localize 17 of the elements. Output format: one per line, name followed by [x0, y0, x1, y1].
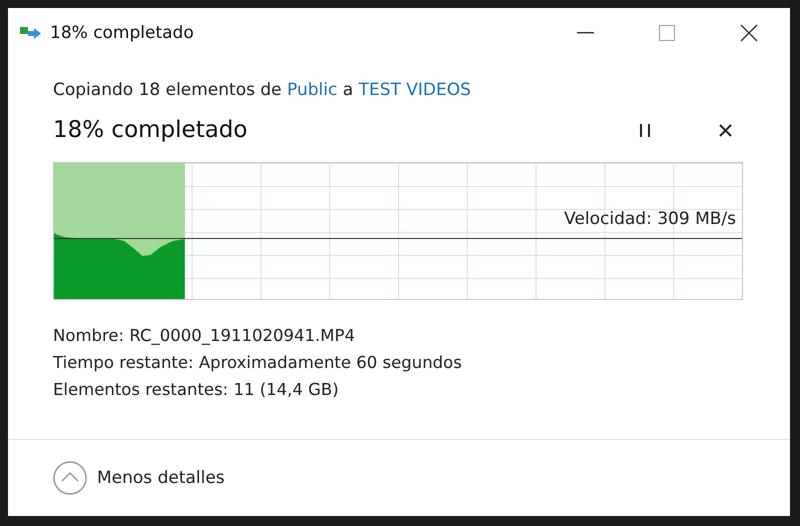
maximize-icon — [659, 25, 675, 41]
folder-link[interactable]: Public — [287, 80, 338, 100]
details-toggle[interactable]: Menos detalles — [53, 461, 225, 495]
chevron-up-icon — [53, 461, 87, 495]
detail-text: Nombre: RC_0000_1911020941.MP4 — [53, 326, 356, 345]
detail-text: Tiempo restante: Aproximadamente 60 segundos — [53, 353, 463, 372]
close-icon — [740, 24, 758, 42]
progress-heading: 18% completado — [53, 117, 248, 143]
detail-text: Elementos restantes: 11 (14,4 GB) — [53, 380, 340, 399]
pause-icon — [640, 124, 650, 136]
copy-icon — [20, 25, 42, 41]
window-title: 18% completado — [50, 23, 195, 43]
minimize-icon — [576, 32, 594, 34]
close-icon — [718, 124, 732, 136]
speed-label: Velocidad: 309 MB/s — [564, 209, 736, 229]
folder-link[interactable]: TEST VIDEOS — [358, 80, 471, 100]
copy-summary: Copiando 18 elementos de Public a TEST VIDEOS — [53, 80, 472, 100]
